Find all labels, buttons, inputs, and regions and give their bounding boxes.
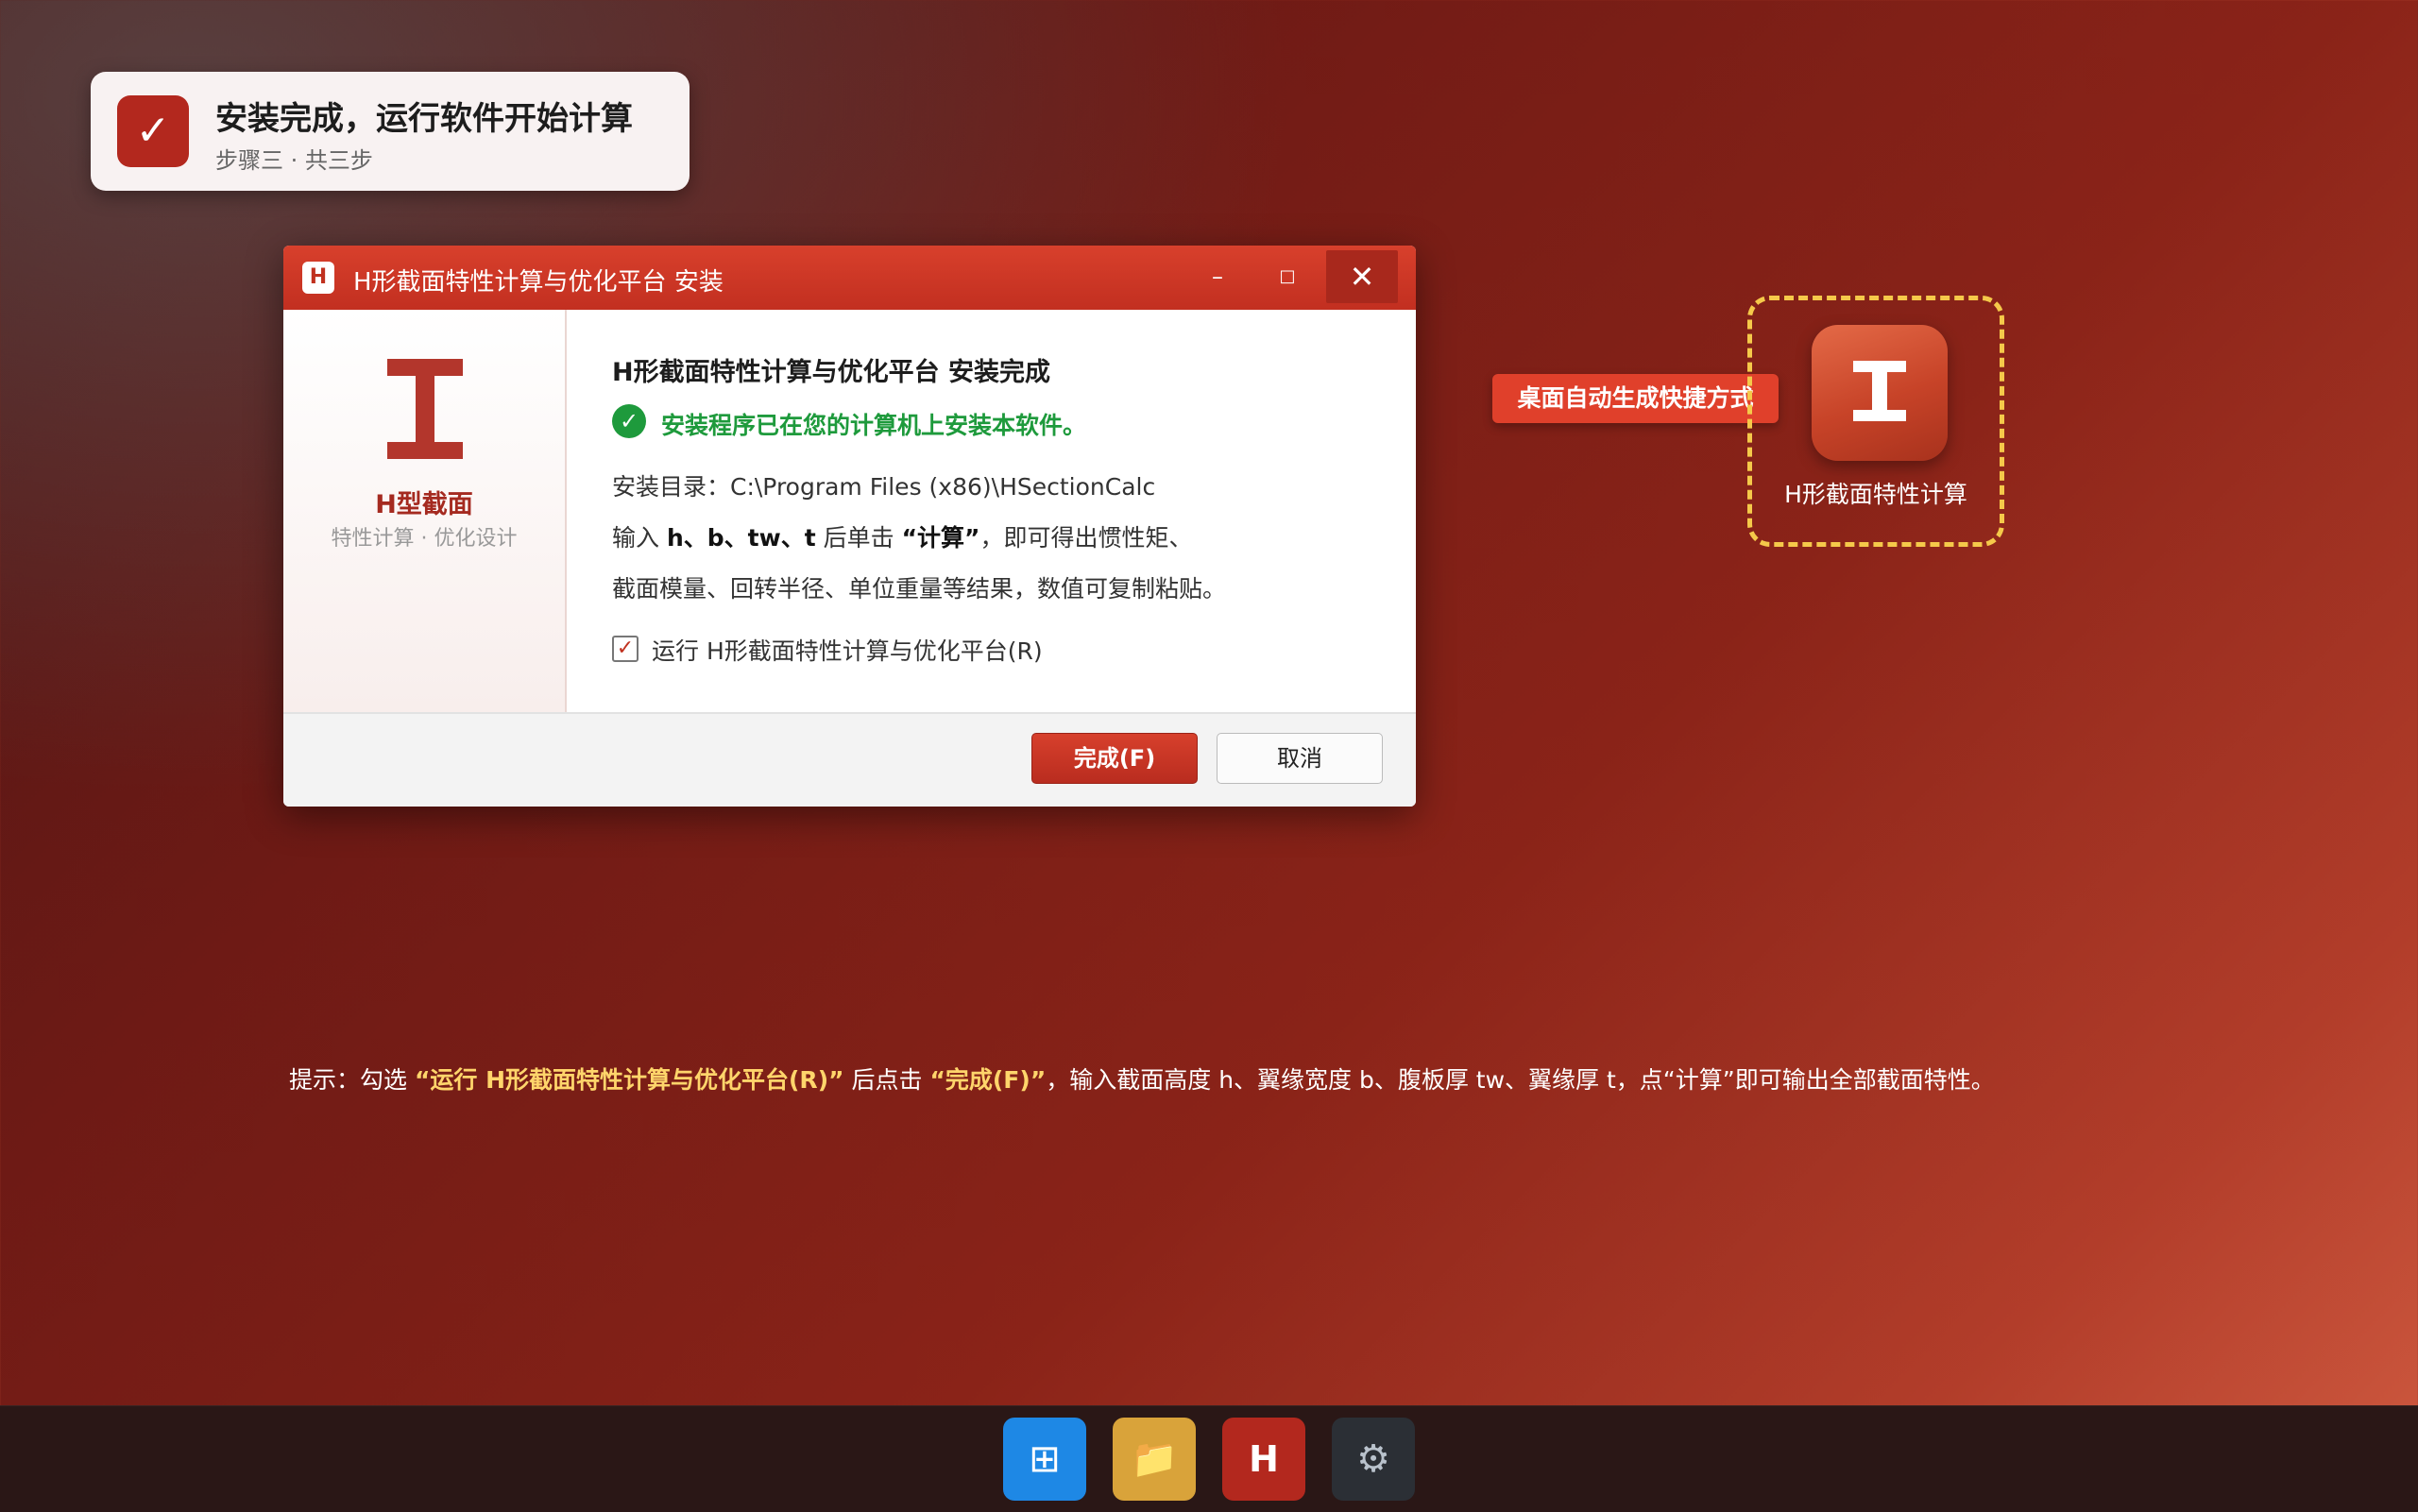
- app-h-icon: H: [302, 262, 334, 294]
- brand-panel: H型截面 特性计算 · 优化设计: [283, 310, 567, 712]
- close-button[interactable]: ✕: [1326, 250, 1398, 303]
- i-beam-icon: [387, 359, 463, 459]
- description-line-2: 截面模量、回转半径、单位重量等结果，数值可复制粘贴。: [612, 575, 1227, 603]
- window-title: H形截面特性计算与优化平台 安装: [353, 268, 724, 297]
- completion-heading: H形截面特性计算与优化平台 安装完成: [612, 358, 1050, 387]
- finish-button[interactable]: 完成(F): [1031, 733, 1198, 784]
- run-app-checkbox[interactable]: ✓: [612, 636, 639, 662]
- hint-text: 提示：勾选 “运行 H形截面特性计算与优化平台(R)” 后点击 “完成(F)”，…: [289, 1066, 1995, 1094]
- start-menu-icon[interactable]: ⊞: [1003, 1418, 1086, 1501]
- cancel-button[interactable]: 取消: [1217, 733, 1383, 784]
- shortcut-callout: 桌面自动生成快捷方式: [1492, 374, 1779, 423]
- install-directory: 安装目录：C:\Program Files (x86)\HSectionCalc: [612, 473, 1156, 501]
- success-check-icon: ✓: [612, 404, 646, 438]
- desktop-shortcut-icon[interactable]: [1812, 325, 1948, 461]
- brand-name: H型截面: [375, 490, 473, 519]
- check-icon: ✓: [117, 95, 189, 167]
- installer-window: H H形截面特性计算与优化平台 安装 – □ ✕ H型截面 特性计算 · 优化设…: [283, 246, 1416, 807]
- maximize-button[interactable]: □: [1252, 250, 1322, 303]
- toast-title: 安装完成，运行软件开始计算: [215, 100, 633, 138]
- description-line-1: 输入 h、b、tw、t 后单击 “计算”，即可得出惯性矩、: [612, 524, 1193, 552]
- hsection-app-icon[interactable]: H: [1222, 1418, 1305, 1501]
- file-explorer-icon[interactable]: 📁: [1113, 1418, 1196, 1501]
- button-footer: 完成(F) 取消: [283, 712, 1416, 807]
- toast-subtitle: 步骤三 · 共三步: [215, 147, 373, 174]
- title-bar[interactable]: H H形截面特性计算与优化平台 安装 – □ ✕: [283, 246, 1416, 310]
- params-text: h、b、tw、t: [666, 524, 816, 552]
- step-toast: ✓ 安装完成，运行软件开始计算 步骤三 · 共三步: [91, 72, 690, 191]
- calc-text: “计算”: [901, 524, 980, 552]
- settings-gear-icon[interactable]: ⚙: [1332, 1418, 1415, 1501]
- success-message: 安装程序已在您的计算机上安装本软件。: [661, 412, 1087, 439]
- run-app-label[interactable]: 运行 H形截面特性计算与优化平台(R): [652, 633, 1043, 667]
- taskbar: [0, 1405, 2418, 1512]
- minimize-button[interactable]: –: [1183, 250, 1252, 303]
- content-area: H形截面特性计算与优化平台 安装完成 ✓ 安装程序已在您的计算机上安装本软件。 …: [567, 310, 1416, 712]
- desktop-shortcut-label[interactable]: H形截面特性计算: [1747, 476, 2004, 510]
- brand-subtitle: 特性计算 · 优化设计: [331, 527, 518, 551]
